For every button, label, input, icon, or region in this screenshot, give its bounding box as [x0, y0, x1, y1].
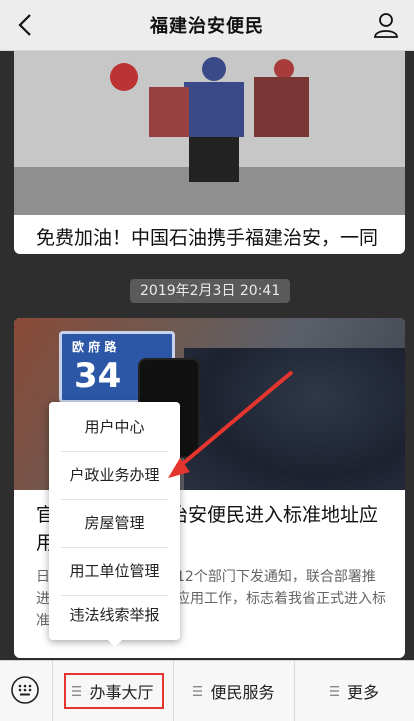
annotation-arrow: [168, 370, 294, 478]
keyboard-icon[interactable]: [10, 675, 40, 705]
tab-label: 便民服务: [210, 683, 275, 702]
bottom-tab-bar: 办事大厅 便民服务 更多: [0, 660, 414, 721]
tab-label: 更多: [346, 683, 379, 702]
tab-convenience-services[interactable]: 便民服务: [174, 661, 294, 721]
annotation-highlight-box: [64, 673, 164, 709]
menu-icon: [193, 686, 203, 696]
tab-more[interactable]: 更多: [295, 661, 414, 721]
menu-icon: [329, 686, 339, 696]
